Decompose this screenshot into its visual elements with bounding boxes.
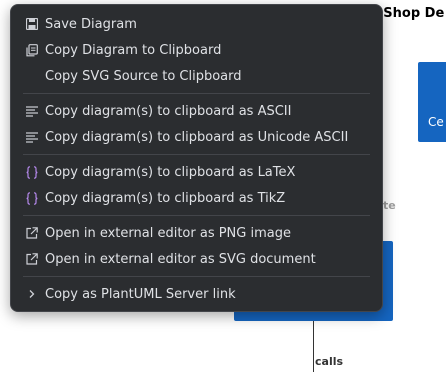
diagram-title-fragment: pShop De	[374, 6, 445, 21]
menu-item-label: Save Diagram	[45, 16, 137, 32]
diagram-node-right-label: Ce	[428, 115, 444, 129]
menu-item-copy-diagram-s-to-clipboard-as-unicode-ascii[interactable]: Copy diagram(s) to clipboard as Unicode …	[11, 124, 382, 150]
menu-separator	[23, 93, 370, 94]
menu-separator	[23, 154, 370, 155]
text-lines-icon	[25, 104, 39, 118]
menu-item-save-diagram[interactable]: Save Diagram	[11, 11, 382, 37]
menu-item-label: Open in external editor as PNG image	[45, 225, 291, 241]
menu-item-label: Copy diagram(s) to clipboard as Unicode …	[45, 129, 349, 145]
menu-item-open-in-external-editor-as-png-image[interactable]: Open in external editor as PNG image	[11, 220, 382, 246]
diagram-edge-label-fragment: te	[383, 199, 396, 212]
menu-item-label: Copy Diagram to Clipboard	[45, 42, 222, 58]
menu-item-copy-as-plantuml-server-link[interactable]: Copy as PlantUML Server link	[11, 281, 382, 307]
diagram-edge-line	[313, 321, 314, 372]
menu-item-label: Copy SVG Source to Clipboard	[45, 68, 242, 84]
menu-item-copy-diagram-s-to-clipboard-as-ascii[interactable]: Copy diagram(s) to clipboard as ASCII	[11, 98, 382, 124]
menu-separator	[23, 276, 370, 277]
menu-item-copy-diagram-s-to-clipboard-as-tikz[interactable]: Copy diagram(s) to clipboard as TikZ	[11, 185, 382, 211]
save-icon	[25, 17, 39, 31]
external-link-icon	[25, 226, 39, 240]
diagram-edge-label-calls: calls	[315, 355, 344, 368]
diagram-node-right[interactable]	[418, 62, 446, 142]
icon-spacer	[25, 69, 39, 83]
menu-item-copy-diagram-s-to-clipboard-as-latex[interactable]: Copy diagram(s) to clipboard as LaTeX	[11, 159, 382, 185]
menu-item-label: Copy diagram(s) to clipboard as ASCII	[45, 103, 292, 119]
menu-item-copy-diagram-to-clipboard[interactable]: Copy Diagram to Clipboard	[11, 37, 382, 63]
copy-icon	[25, 43, 39, 57]
menu-separator	[23, 215, 370, 216]
menu-item-label: Copy diagram(s) to clipboard as LaTeX	[45, 164, 296, 180]
menu-item-label: Copy as PlantUML Server link	[45, 286, 236, 302]
menu-item-label: Copy diagram(s) to clipboard as TikZ	[45, 190, 286, 206]
menu-item-open-in-external-editor-as-svg-document[interactable]: Open in external editor as SVG document	[11, 246, 382, 272]
braces-icon	[25, 191, 39, 205]
external-link-icon	[25, 252, 39, 266]
chevron-right-icon	[25, 287, 39, 301]
menu-item-label: Open in external editor as SVG document	[45, 251, 316, 267]
text-lines-icon	[25, 130, 39, 144]
braces-icon	[25, 165, 39, 179]
diagram-canvas: pShop De Ce te calls Save Diagram Copy Di…	[0, 0, 446, 372]
context-menu: Save Diagram Copy Diagram to Clipboard Cop…	[10, 4, 383, 312]
menu-item-copy-svg-source-to-clipboard[interactable]: Copy SVG Source to Clipboard	[11, 63, 382, 89]
